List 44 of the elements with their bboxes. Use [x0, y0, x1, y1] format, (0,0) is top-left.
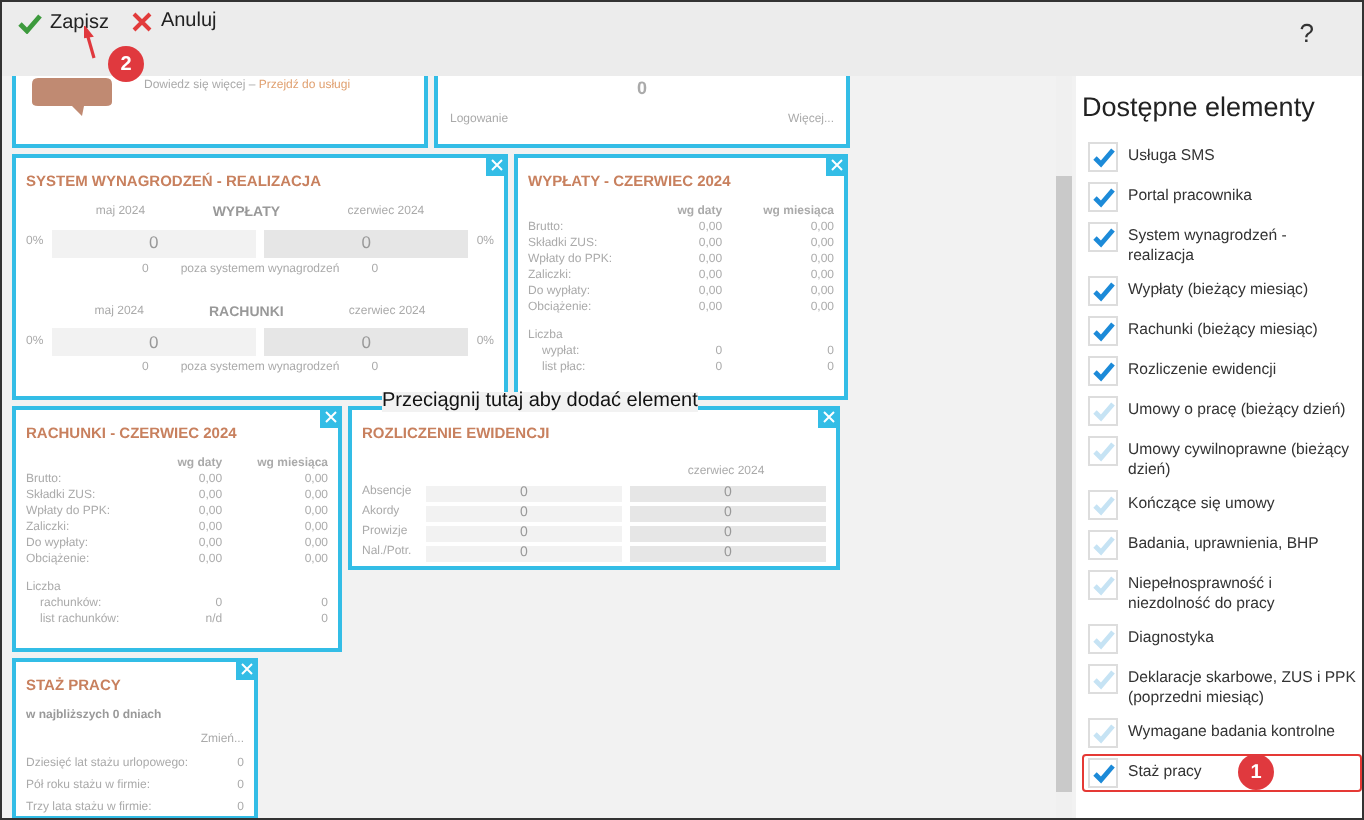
value-field: 0 — [264, 328, 469, 357]
cancel-button[interactable]: Anuluj — [128, 2, 221, 42]
checkbox[interactable] — [1088, 530, 1118, 561]
checkbox[interactable] — [1088, 356, 1118, 387]
checkbox[interactable] — [1088, 316, 1118, 347]
value-field: 0 — [264, 229, 469, 258]
check-icon — [1091, 146, 1115, 169]
checkbox[interactable] — [1088, 490, 1118, 521]
checkbox[interactable] — [1088, 570, 1118, 601]
help-button[interactable]: ? — [1295, 10, 1318, 56]
check-icon — [1091, 494, 1115, 517]
value-field: 0 — [51, 328, 256, 357]
close-icon — [132, 12, 153, 32]
checkbox[interactable] — [1088, 758, 1118, 789]
check-icon — [1091, 360, 1115, 383]
checkbox[interactable] — [1088, 142, 1118, 173]
checkbox[interactable] — [1088, 276, 1118, 307]
drop-hint: Przeciągnij tutaj aby dodać element — [382, 392, 698, 412]
checkbox[interactable] — [1088, 222, 1118, 253]
value-field: 0 — [51, 229, 256, 258]
check-icon — [1091, 226, 1115, 249]
check-icon — [1091, 628, 1115, 651]
check-icon — [1091, 722, 1115, 745]
check-icon — [1091, 762, 1115, 785]
check-icon — [1091, 400, 1115, 423]
check-icon — [18, 12, 42, 34]
check-icon — [1091, 320, 1115, 343]
check-icon — [1091, 668, 1115, 691]
check-icon — [1091, 440, 1115, 463]
save-button[interactable]: Zapisz — [14, 2, 113, 44]
checkbox[interactable] — [1088, 624, 1118, 655]
checkbox[interactable] — [1088, 664, 1118, 695]
check-icon — [1091, 186, 1115, 209]
check-icon — [1091, 534, 1115, 557]
checkbox[interactable] — [1088, 436, 1118, 467]
panel-title: Dostępne elementy — [1082, 90, 1317, 126]
check-icon — [1091, 280, 1115, 303]
checkbox[interactable] — [1088, 718, 1118, 749]
counter-value: 0 — [634, 76, 649, 102]
check-icon — [1091, 574, 1115, 597]
speech-bubble-icon — [32, 78, 112, 116]
scrollbar-thumb[interactable] — [1056, 176, 1072, 792]
checkbox[interactable] — [1088, 182, 1118, 213]
checkbox[interactable] — [1088, 396, 1118, 427]
